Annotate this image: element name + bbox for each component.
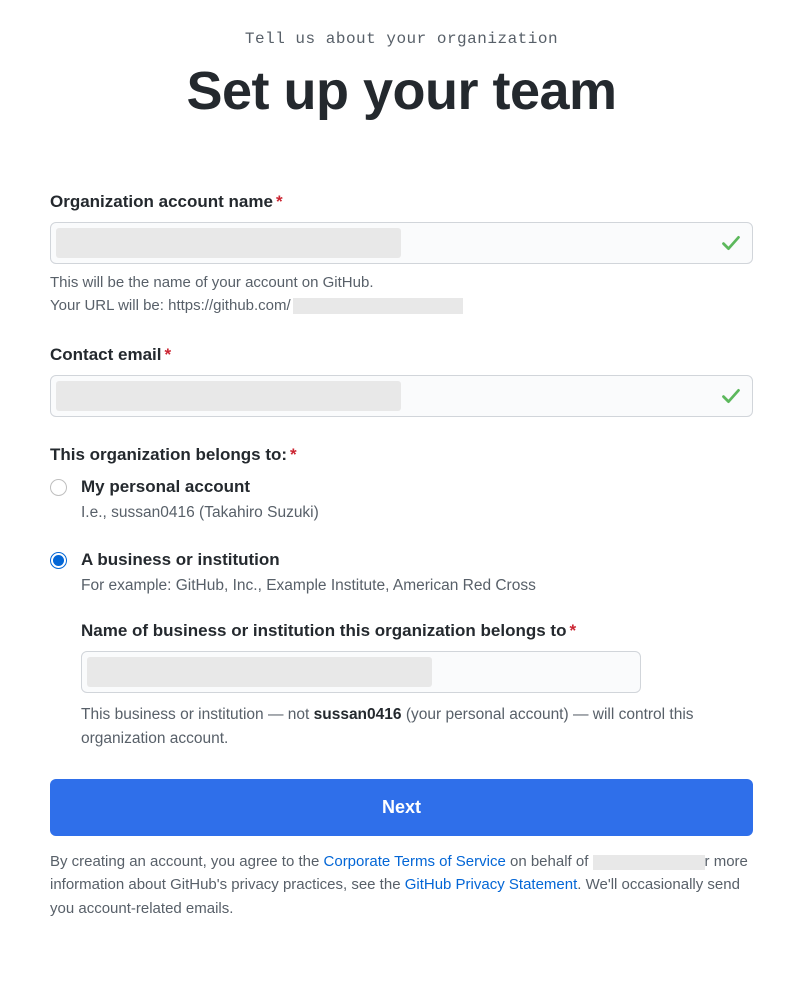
radio-content: A business or institution For example: G… xyxy=(81,548,753,597)
legal-text: By creating an account, you agree to the… xyxy=(50,850,753,920)
radio-business-desc: For example: GitHub, Inc., Example Insti… xyxy=(81,574,753,597)
required-asterisk-icon: * xyxy=(276,192,283,211)
business-hint-username: sussan0416 xyxy=(314,706,402,723)
required-asterisk-icon: * xyxy=(290,445,297,464)
business-name-input[interactable] xyxy=(81,651,641,693)
check-icon xyxy=(721,233,741,253)
radio-personal-title: My personal account xyxy=(81,475,753,499)
business-name-label-text: Name of business or institution this org… xyxy=(81,621,566,640)
check-icon xyxy=(721,386,741,406)
radio-personal-account[interactable]: My personal account I.e., sussan0416 (Ta… xyxy=(50,475,753,524)
radio-icon xyxy=(50,479,67,496)
next-button[interactable]: Next xyxy=(50,779,753,836)
belongs-to-radio-group: My personal account I.e., sussan0416 (Ta… xyxy=(50,475,753,751)
org-name-input[interactable] xyxy=(50,222,753,264)
org-name-hint-line1: This will be the name of your account on… xyxy=(50,272,753,295)
page-title: Set up your team xyxy=(50,60,753,122)
org-name-url-prefix: Your URL will be: https://github.com/ xyxy=(50,297,291,314)
contact-email-input-wrap xyxy=(50,375,753,417)
required-asterisk-icon: * xyxy=(569,621,576,640)
legal-part1: By creating an account, you agree to the xyxy=(50,853,324,870)
business-name-input-wrap xyxy=(81,651,641,693)
business-name-label: Name of business or institution this org… xyxy=(81,621,753,641)
belongs-to-group: This organization belongs to:* My person… xyxy=(50,445,753,751)
corporate-tos-link[interactable]: Corporate Terms of Service xyxy=(324,853,506,870)
org-name-hint: This will be the name of your account on… xyxy=(50,272,753,317)
business-hint-prefix: This business or institution — not xyxy=(81,706,314,723)
belongs-to-label-text: This organization belongs to: xyxy=(50,445,287,464)
org-name-input-wrap xyxy=(50,222,753,264)
org-name-label: Organization account name* xyxy=(50,192,753,212)
privacy-statement-link[interactable]: GitHub Privacy Statement xyxy=(405,876,578,893)
radio-icon xyxy=(50,552,67,569)
legal-part2: on behalf of xyxy=(506,853,593,870)
radio-personal-desc: I.e., sussan0416 (Takahiro Suzuki) xyxy=(81,501,753,524)
radio-business-title: A business or institution xyxy=(81,548,753,572)
redacted-url xyxy=(293,298,463,314)
business-name-hint: This business or institution — not sussa… xyxy=(81,703,753,751)
business-name-section: Name of business or institution this org… xyxy=(81,621,753,751)
contact-email-input[interactable] xyxy=(50,375,753,417)
org-name-group: Organization account name* This will be … xyxy=(50,192,753,317)
kicker-text: Tell us about your organization xyxy=(50,30,753,48)
org-name-label-text: Organization account name xyxy=(50,192,273,211)
redacted-entity xyxy=(593,855,705,870)
radio-content: My personal account I.e., sussan0416 (Ta… xyxy=(81,475,753,524)
required-asterisk-icon: * xyxy=(164,345,171,364)
belongs-to-label: This organization belongs to:* xyxy=(50,445,753,465)
contact-email-label-text: Contact email xyxy=(50,345,161,364)
org-name-hint-line2: Your URL will be: https://github.com/ xyxy=(50,295,753,318)
contact-email-group: Contact email* xyxy=(50,345,753,417)
contact-email-label: Contact email* xyxy=(50,345,753,365)
radio-business-institution[interactable]: A business or institution For example: G… xyxy=(50,548,753,597)
